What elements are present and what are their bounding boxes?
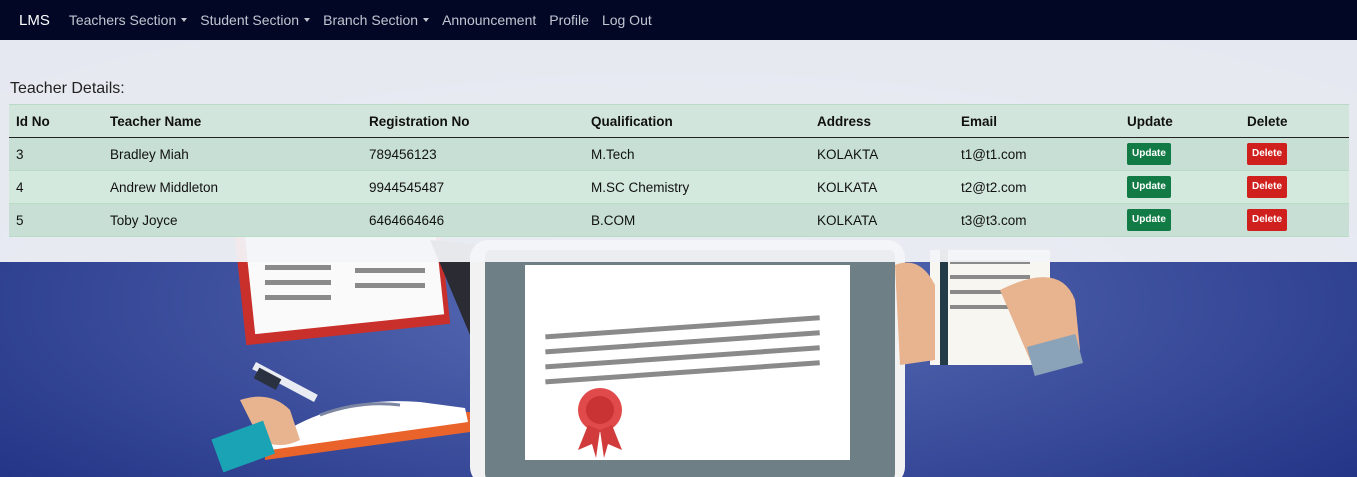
cell-registration: 6464664646 [362, 203, 584, 237]
col-header-email: Email [954, 104, 1120, 138]
delete-button[interactable]: Delete [1247, 143, 1288, 165]
nav-branch-section[interactable]: Branch Section [323, 12, 430, 28]
table-row: 4 Andrew Middleton 9944545487 M.SC Chemi… [9, 170, 1349, 204]
cell-update: Update [1120, 170, 1240, 204]
cell-address: KOLKATA [810, 170, 954, 204]
nav-student-section[interactable]: Student Section [200, 12, 311, 28]
cell-delete: Delete [1240, 170, 1349, 204]
teacher-table: Id No Teacher Name Registration No Quali… [9, 104, 1349, 237]
cell-registration: 9944545487 [362, 170, 584, 204]
table-row: 5 Toby Joyce 6464664646 B.COM KOLKATA t3… [9, 203, 1349, 237]
col-header-qualification: Qualification [584, 104, 810, 138]
cell-qualification: M.SC Chemistry [584, 170, 810, 204]
tablet-certificate-illustration [470, 240, 905, 477]
caret-down-icon [304, 18, 311, 22]
nav-student-section-label: Student Section [200, 12, 300, 28]
nav-logout[interactable]: Log Out [602, 12, 652, 28]
nav-announcement[interactable]: Announcement [442, 12, 536, 28]
nav-branch-section-label: Branch Section [323, 12, 419, 28]
brand-logo[interactable]: LMS [19, 12, 50, 29]
table-header-row: Id No Teacher Name Registration No Quali… [9, 104, 1349, 138]
col-header-name: Teacher Name [103, 104, 362, 138]
caret-down-icon [181, 18, 188, 22]
col-header-update: Update [1120, 104, 1240, 138]
update-button[interactable]: Update [1127, 176, 1171, 198]
update-button[interactable]: Update [1127, 143, 1171, 165]
cell-id: 4 [9, 170, 103, 204]
cell-email: t1@t1.com [954, 137, 1120, 171]
page-title: Teacher Details: [10, 80, 125, 97]
cell-registration: 789456123 [362, 137, 584, 171]
col-header-address: Address [810, 104, 954, 138]
cell-email: t2@t2.com [954, 170, 1120, 204]
nav-teachers-section[interactable]: Teachers Section [68, 12, 188, 28]
table-row: 3 Bradley Miah 789456123 M.Tech KOLAKTA … [9, 137, 1349, 171]
col-header-registration: Registration No [362, 104, 584, 138]
nav-profile[interactable]: Profile [549, 12, 589, 28]
cell-delete: Delete [1240, 203, 1349, 237]
cell-id: 5 [9, 203, 103, 237]
cell-address: KOLKATA [810, 203, 954, 237]
cell-qualification: B.COM [584, 203, 810, 237]
cell-qualification: M.Tech [584, 137, 810, 171]
cell-name: Andrew Middleton [103, 170, 362, 204]
teacher-details-panel: Teacher Details: Id No Teacher Name Regi… [0, 40, 1357, 262]
top-navbar: LMS Teachers Section Student Section Bra… [0, 0, 1357, 40]
cell-email: t3@t3.com [954, 203, 1120, 237]
cell-address: KOLAKTA [810, 137, 954, 171]
cell-update: Update [1120, 203, 1240, 237]
cell-update: Update [1120, 137, 1240, 171]
cell-delete: Delete [1240, 137, 1349, 171]
delete-button[interactable]: Delete [1247, 176, 1288, 198]
cell-name: Toby Joyce [103, 203, 362, 237]
nav-teachers-section-label: Teachers Section [68, 12, 177, 28]
col-header-id: Id No [9, 104, 103, 138]
col-header-delete: Delete [1240, 104, 1349, 138]
cell-id: 3 [9, 137, 103, 171]
update-button[interactable]: Update [1127, 209, 1171, 231]
delete-button[interactable]: Delete [1247, 209, 1288, 231]
cell-name: Bradley Miah [103, 137, 362, 171]
caret-down-icon [423, 18, 430, 22]
